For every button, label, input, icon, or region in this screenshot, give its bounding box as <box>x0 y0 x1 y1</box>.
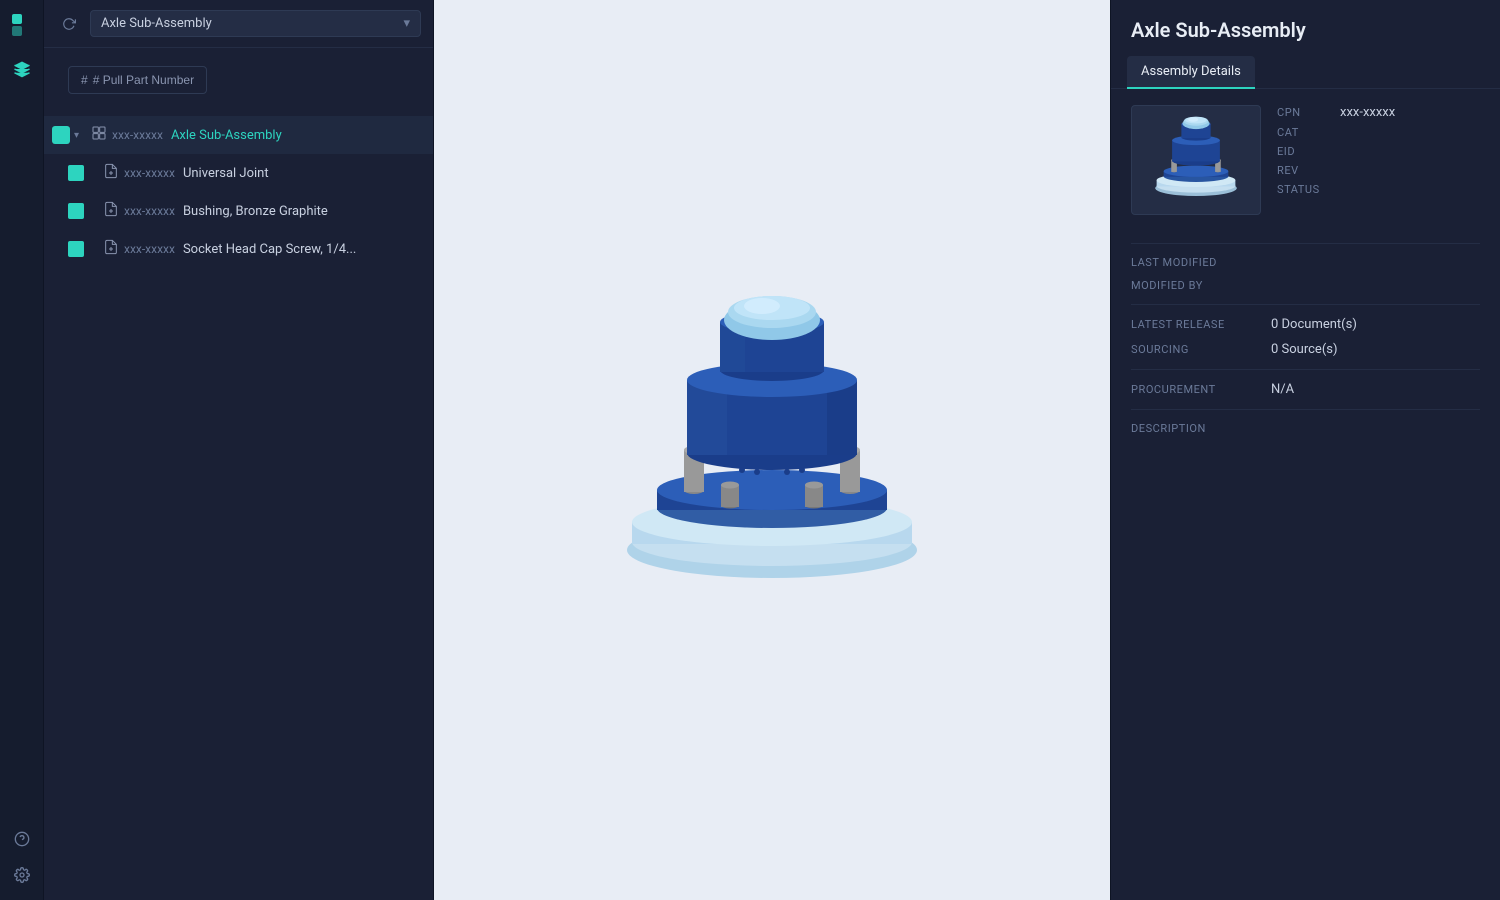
latest-release-label: LATEST RELEASE <box>1131 318 1271 331</box>
dropdown-label: Axle Sub-Assembly <box>101 16 212 31</box>
help-icon[interactable] <box>7 824 37 854</box>
divider-4 <box>1131 409 1480 410</box>
3d-viewer[interactable] <box>434 0 1110 900</box>
divider-2 <box>1131 304 1480 305</box>
part-name-4: Socket Head Cap Screw, 1/4... <box>183 242 356 257</box>
tree-item-2[interactable]: xxx-xxxxx Universal Joint <box>44 154 433 192</box>
part-name-1: Axle Sub-Assembly <box>171 128 282 143</box>
rev-row: REV <box>1277 164 1480 177</box>
sidebar-header: Axle Sub-Assembly ▾ <box>44 0 433 48</box>
cpn-row: CPN xxx-xxxxx <box>1277 105 1480 120</box>
tree-item-1[interactable]: ▾ xxx-xxxxx Axle Sub-Assembly <box>44 116 433 154</box>
settings-icon[interactable] <box>7 860 37 890</box>
tree-list: ▾ xxx-xxxxx Axle Sub-Assembly <box>44 112 433 900</box>
part-name-3: Bushing, Bronze Graphite <box>183 204 328 219</box>
right-panel: Axle Sub-Assembly Assembly Details <box>1110 0 1500 900</box>
refresh-button[interactable] <box>56 11 82 37</box>
rev-label: REV <box>1277 164 1332 177</box>
last-modified-row: LAST MODIFIED <box>1131 256 1480 269</box>
assembly-icon-1 <box>90 125 108 145</box>
part-icon-3 <box>102 201 120 221</box>
latest-release-row: LATEST RELEASE 0 Document(s) <box>1131 317 1480 332</box>
nav-bar <box>0 0 44 900</box>
color-indicator-4 <box>68 241 84 257</box>
part-icon-2 <box>102 163 120 183</box>
nav-bottom <box>7 824 37 890</box>
procurement-row: PROCUREMENT N/A <box>1131 382 1480 397</box>
sidebar: Axle Sub-Assembly ▾ # # Pull Part Number… <box>44 0 434 900</box>
tab-assembly-details[interactable]: Assembly Details <box>1127 56 1255 89</box>
panel-content: CPN xxx-xxxxx CAT EID REV STATUS <box>1111 89 1500 900</box>
panel-tabs: Assembly Details <box>1111 56 1500 89</box>
description-row: DESCRIPTION <box>1131 422 1480 435</box>
part-name-2: Universal Joint <box>183 166 269 181</box>
status-row: STATUS <box>1277 183 1480 196</box>
info-section: LAST MODIFIED MODIFIED BY <box>1131 256 1480 292</box>
last-modified-label: LAST MODIFIED <box>1131 256 1271 269</box>
thumbnail-3d <box>1141 115 1251 205</box>
status-label: STATUS <box>1277 183 1332 196</box>
color-indicator-3 <box>68 203 84 219</box>
modified-by-row: MODIFIED BY <box>1131 279 1480 292</box>
part-thumbnail <box>1131 105 1261 215</box>
cpn-label: CPN <box>1277 106 1332 119</box>
cat-label: CAT <box>1277 126 1332 139</box>
color-indicator-1 <box>52 126 70 144</box>
panel-title: Axle Sub-Assembly <box>1111 0 1500 56</box>
part-number-1: xxx-xxxxx <box>112 128 163 142</box>
sourcing-value: 0 Source(s) <box>1271 342 1338 357</box>
layers-icon[interactable] <box>7 54 37 84</box>
release-section: LATEST RELEASE 0 Document(s) SOURCING 0 … <box>1131 317 1480 357</box>
cat-row: CAT <box>1277 126 1480 139</box>
assembly-dropdown[interactable]: Axle Sub-Assembly ▾ <box>90 10 421 37</box>
divider-3 <box>1131 369 1480 370</box>
app-logo[interactable] <box>8 10 36 38</box>
color-indicator-2 <box>68 165 84 181</box>
part-number-3: xxx-xxxxx <box>124 204 175 218</box>
sourcing-label: SOURCING <box>1131 343 1271 356</box>
eid-label: EID <box>1277 145 1332 158</box>
cpn-value: xxx-xxxxx <box>1340 105 1395 120</box>
tree-item-4[interactable]: xxx-xxxxx Socket Head Cap Screw, 1/4... <box>44 230 433 268</box>
description-label: DESCRIPTION <box>1131 422 1271 435</box>
latest-release-value: 0 Document(s) <box>1271 317 1357 332</box>
chevron-down-icon: ▾ <box>403 16 410 31</box>
hash-icon: # <box>81 73 88 87</box>
3d-model <box>582 290 962 610</box>
procurement-section: PROCUREMENT N/A <box>1131 382 1480 397</box>
sourcing-row: SOURCING 0 Source(s) <box>1131 342 1480 357</box>
part-icon-4 <box>102 239 120 259</box>
part-number-4: xxx-xxxxx <box>124 242 175 256</box>
pull-part-button[interactable]: # # Pull Part Number <box>68 66 207 94</box>
divider-1 <box>1131 243 1480 244</box>
procurement-value: N/A <box>1271 382 1294 397</box>
procurement-label: PROCUREMENT <box>1131 383 1271 396</box>
chevron-icon-1: ▾ <box>74 130 86 141</box>
tree-item-3[interactable]: xxx-xxxxx Bushing, Bronze Graphite <box>44 192 433 230</box>
eid-row: EID <box>1277 145 1480 158</box>
description-section: DESCRIPTION <box>1131 422 1480 435</box>
detail-image-row: CPN xxx-xxxxx CAT EID REV STATUS <box>1131 105 1480 215</box>
part-number-2: xxx-xxxxx <box>124 166 175 180</box>
cpn-fields: CPN xxx-xxxxx CAT EID REV STATUS <box>1277 105 1480 196</box>
modified-by-label: MODIFIED BY <box>1131 279 1271 292</box>
